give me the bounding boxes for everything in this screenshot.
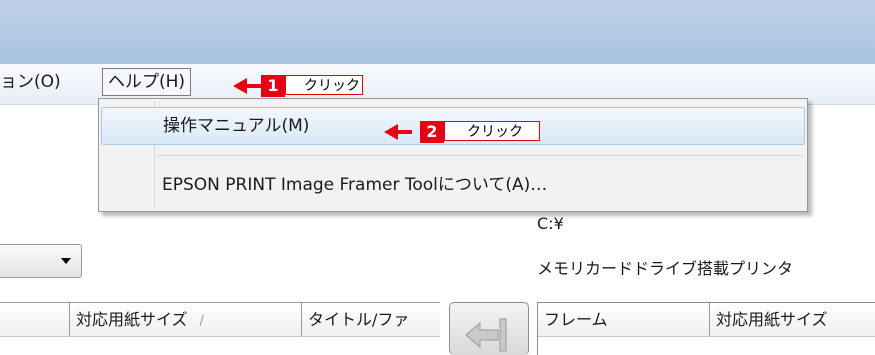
window-title-bar — [0, 0, 875, 64]
menu-separator — [157, 155, 803, 156]
column-header-paper-size[interactable]: 対応用紙サイズ / — [70, 303, 302, 337]
step-label: クリック — [444, 121, 540, 141]
column-header-title[interactable]: タイトル/ファ — [302, 303, 440, 337]
chevron-down-icon — [61, 258, 71, 264]
arrow-left-icon — [465, 318, 507, 352]
right-list: フレーム 対応用紙サイズ — [537, 302, 875, 355]
menu-option[interactable]: ョン(O) — [0, 68, 61, 96]
step-number: 2 — [420, 121, 444, 143]
column-header-frame[interactable]: フレーム — [538, 303, 710, 337]
menu-help[interactable]: ヘルプ(H) — [102, 68, 192, 96]
column-header[interactable] — [0, 303, 70, 337]
step-number: 1 — [261, 75, 285, 97]
sort-indicator: / — [199, 314, 204, 329]
folder-path: C:¥ — [537, 214, 564, 233]
printer-type: メモリカードドライブ搭載プリンタ — [537, 259, 794, 278]
dropdown-select[interactable] — [0, 244, 82, 278]
step-label: クリック — [285, 75, 363, 95]
column-header-paper-size[interactable]: 対応用紙サイズ — [710, 303, 875, 337]
menu-item-about[interactable]: EPSON PRINT Image Framer Toolについて(A)… — [101, 167, 805, 203]
add-frame-button[interactable] — [449, 302, 529, 355]
left-list: 対応用紙サイズ / タイトル/ファ — [0, 302, 440, 355]
help-dropdown-menu: 操作マニュアル(M) EPSON PRINT Image Framer Tool… — [98, 98, 808, 212]
